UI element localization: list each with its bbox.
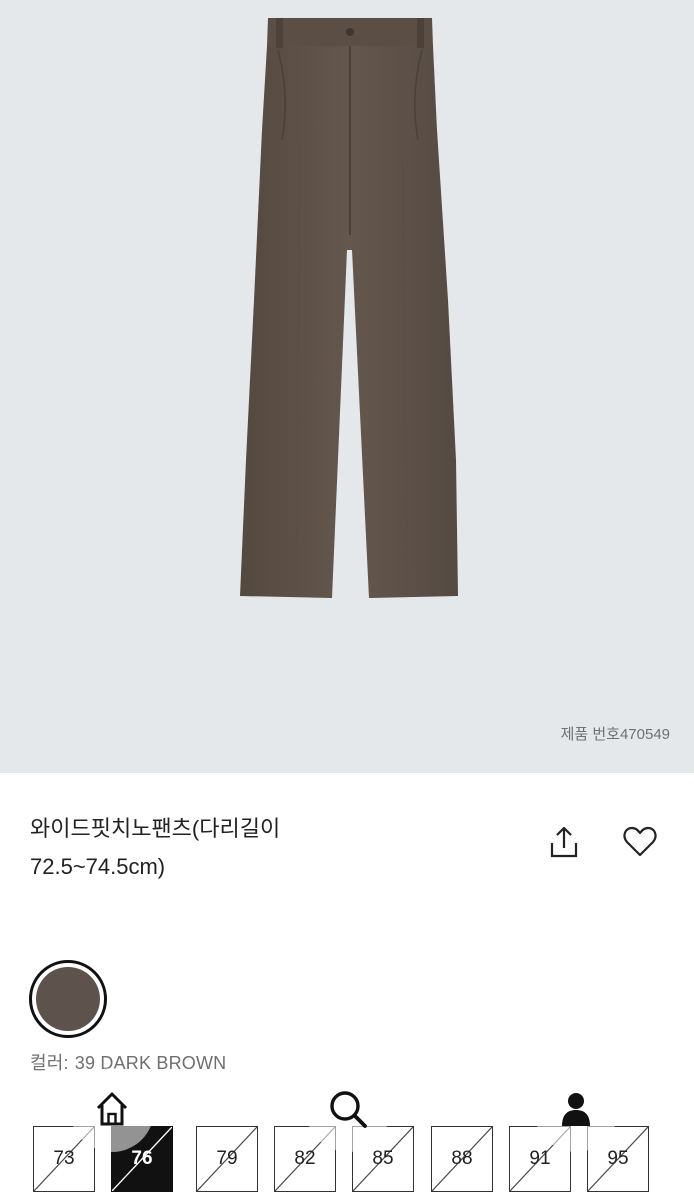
person-icon <box>562 1093 590 1126</box>
color-swatch-dark-brown[interactable] <box>29 960 107 1038</box>
product-title-line-1: 와이드핏치노팬츠(다리길이 <box>30 816 281 841</box>
color-swatch-fill <box>36 967 100 1031</box>
nav-profile-button[interactable] <box>534 1068 618 1152</box>
product-image-area: 제품 번호470549 <box>0 0 694 773</box>
product-title-line-2: 72.5~74.5cm) <box>30 854 166 879</box>
color-label-prefix: 컬러: <box>30 1053 69 1073</box>
share-icon <box>550 826 578 858</box>
size-option-79[interactable]: 79 <box>196 1126 258 1192</box>
search-icon <box>330 1091 367 1128</box>
product-image <box>240 18 458 598</box>
heart-icon <box>623 826 657 857</box>
size-label: 88 <box>451 1148 473 1169</box>
nav-search-button[interactable] <box>306 1068 390 1152</box>
share-button[interactable] <box>544 822 584 862</box>
nav-home-button[interactable] <box>70 1068 154 1152</box>
product-title: 와이드핏치노팬츠(다리길이 72.5~74.5cm) <box>30 810 510 886</box>
size-option-88[interactable]: 88 <box>431 1126 493 1192</box>
size-label: 79 <box>216 1148 238 1169</box>
product-number: 제품 번호470549 <box>560 726 670 743</box>
home-icon <box>96 1092 128 1126</box>
wishlist-button[interactable] <box>620 822 660 862</box>
